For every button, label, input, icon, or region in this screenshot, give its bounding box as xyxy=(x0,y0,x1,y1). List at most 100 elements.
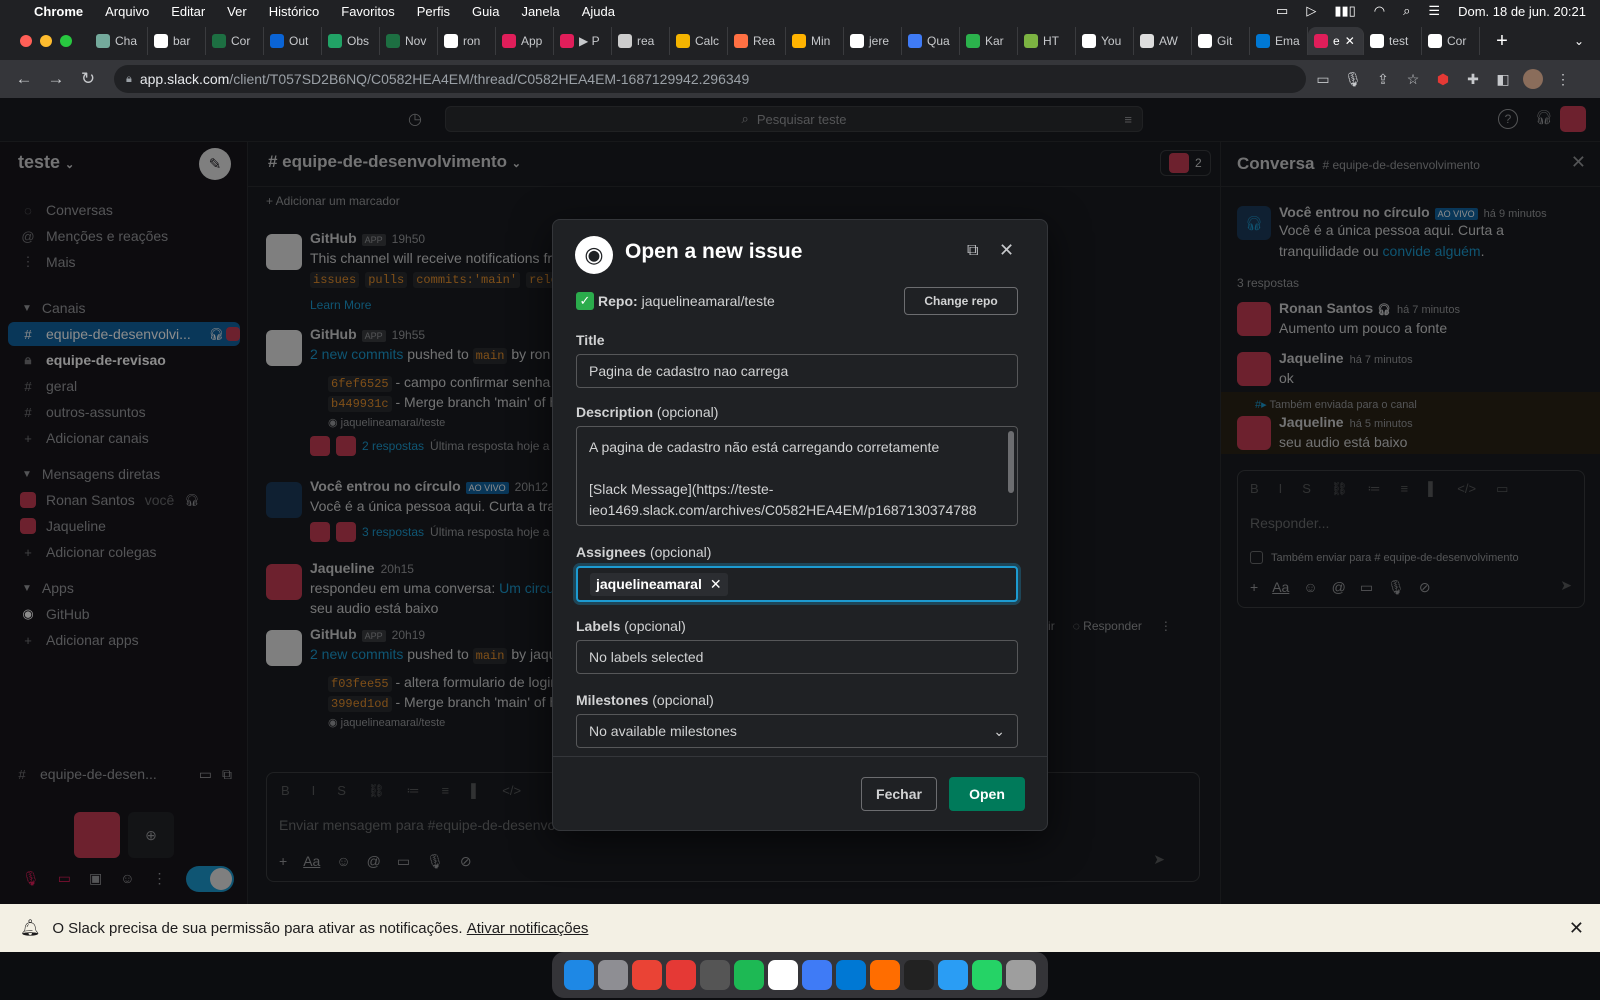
share-icon[interactable]: ⇪ xyxy=(1370,66,1396,92)
browser-tab[interactable]: AW xyxy=(1134,27,1192,55)
wifi-icon[interactable]: ◠ xyxy=(1374,3,1385,19)
new-tab-button[interactable]: + xyxy=(1490,30,1514,53)
labels-select[interactable]: No labels selected xyxy=(576,640,1018,674)
forward-arrow-icon[interactable]: → xyxy=(42,65,70,93)
battery-icon[interactable]: ▮▮▯ xyxy=(1334,3,1355,19)
enable-notifications-link[interactable]: Ativar notificações xyxy=(467,920,589,937)
browser-tab[interactable]: e ✕ xyxy=(1308,27,1364,55)
tab-favicon xyxy=(966,34,980,48)
tab-label: rea xyxy=(637,34,655,48)
milestones-select[interactable]: No available milestones ⌄ xyxy=(576,714,1018,748)
popout-icon[interactable]: ⧉ xyxy=(967,242,978,260)
profile-avatar[interactable] xyxy=(1520,66,1546,92)
zoom-window-button[interactable] xyxy=(60,35,72,47)
menubar-clock[interactable]: Dom. 18 de jun. 20:21 xyxy=(1458,4,1586,19)
bookmark-star-icon[interactable]: ☆ xyxy=(1400,66,1426,92)
play-icon[interactable]: ▷ xyxy=(1306,3,1316,19)
menu-editar[interactable]: Editar xyxy=(171,4,205,19)
browser-tab[interactable]: rea xyxy=(612,27,670,55)
tab-label: jere xyxy=(869,34,890,48)
close-icon[interactable]: ✕ xyxy=(999,240,1014,261)
dock-app-icon[interactable] xyxy=(802,960,832,990)
browser-tab[interactable]: You xyxy=(1076,27,1134,55)
browser-tab[interactable]: Kar xyxy=(960,27,1018,55)
extension-shield-icon[interactable]: ⬢ xyxy=(1430,66,1456,92)
menu-ajuda[interactable]: Ajuda xyxy=(582,4,615,19)
title-input[interactable]: Pagina de cadastro nao carrega xyxy=(576,354,1018,388)
dock-app-icon[interactable] xyxy=(870,960,900,990)
minimize-window-button[interactable] xyxy=(40,35,52,47)
browser-tab[interactable]: ▶ P xyxy=(554,27,612,55)
milestones-label: Milestones (opcional) xyxy=(576,692,714,708)
change-repo-button[interactable]: Change repo xyxy=(904,287,1018,315)
dock-app-icon[interactable] xyxy=(904,960,934,990)
mac-menubar: Chrome Arquivo Editar Ver Histórico Favo… xyxy=(0,0,1600,22)
menu-ver[interactable]: Ver xyxy=(227,4,247,19)
open-issue-submit-button[interactable]: Open xyxy=(949,777,1025,811)
dock-app-icon[interactable] xyxy=(972,960,1002,990)
browser-tab[interactable]: Nov xyxy=(380,27,438,55)
description-label-text: Description xyxy=(576,404,654,420)
browser-tab[interactable]: test xyxy=(1364,27,1422,55)
browser-tab[interactable]: Obs xyxy=(322,27,380,55)
tab-label: test xyxy=(1389,34,1409,48)
reload-icon[interactable]: ↻ xyxy=(74,65,102,93)
menu-perfis[interactable]: Perfis xyxy=(417,4,450,19)
install-app-icon[interactable]: ▭ xyxy=(1310,66,1336,92)
description-textarea[interactable]: A pagina de cadastro não está carregando… xyxy=(576,426,1018,526)
dock-app-icon[interactable] xyxy=(1006,960,1036,990)
repo-value: jaquelineamaral/teste xyxy=(641,293,775,309)
dock-app-icon[interactable] xyxy=(598,960,628,990)
assignees-input[interactable]: jaquelineamaral ✕ xyxy=(576,566,1018,602)
dock-app-icon[interactable] xyxy=(734,960,764,990)
browser-tab[interactable]: Cha xyxy=(90,27,148,55)
dock-app-icon[interactable] xyxy=(700,960,730,990)
browser-tab[interactable]: HT xyxy=(1018,27,1076,55)
dock-app-icon[interactable] xyxy=(632,960,662,990)
tab-search-chevron-icon[interactable]: ⌄ xyxy=(1574,34,1584,48)
dock-app-icon[interactable] xyxy=(666,960,696,990)
display-icon[interactable]: ▭ xyxy=(1276,3,1288,19)
dock-app-icon[interactable] xyxy=(768,960,798,990)
textarea-scrollbar[interactable] xyxy=(1008,431,1014,493)
control-center-icon[interactable]: ☰ xyxy=(1428,3,1440,19)
dock-app-icon[interactable] xyxy=(938,960,968,990)
lock-icon[interactable]: 🔒︎ xyxy=(126,73,132,86)
cancel-button[interactable]: Fechar xyxy=(861,777,937,811)
chrome-menu-icon[interactable]: ⋮ xyxy=(1550,66,1576,92)
tab-label: Cor xyxy=(231,34,251,48)
spotlight-search-icon[interactable]: ⌕ xyxy=(1403,3,1410,19)
close-tab-icon[interactable]: ✕ xyxy=(1345,34,1355,48)
browser-tab[interactable]: bar xyxy=(148,27,206,55)
browser-tab[interactable]: Calc xyxy=(670,27,728,55)
menu-arquivo[interactable]: Arquivo xyxy=(105,4,149,19)
side-panel-icon[interactable]: ◧ xyxy=(1490,66,1516,92)
browser-tab[interactable]: Rea xyxy=(728,27,786,55)
menu-guia[interactable]: Guia xyxy=(472,4,499,19)
dock-app-icon[interactable] xyxy=(836,960,866,990)
menu-historico[interactable]: Histórico xyxy=(269,4,320,19)
menu-janela[interactable]: Janela xyxy=(521,4,559,19)
dock-app-icon[interactable] xyxy=(564,960,594,990)
menu-app-name[interactable]: Chrome xyxy=(34,4,83,19)
browser-tab[interactable]: Qua xyxy=(902,27,960,55)
tab-label: Calc xyxy=(695,34,720,48)
browser-tab[interactable]: jere xyxy=(844,27,902,55)
menu-favoritos[interactable]: Favoritos xyxy=(341,4,394,19)
microphone-icon[interactable]: 🎙︎ xyxy=(1340,66,1366,92)
browser-tab[interactable]: Ema xyxy=(1250,27,1308,55)
browser-tab[interactable]: Out xyxy=(264,27,322,55)
back-arrow-icon[interactable]: ← xyxy=(10,65,38,93)
browser-tab[interactable]: Min xyxy=(786,27,844,55)
close-window-button[interactable] xyxy=(20,35,32,47)
close-icon[interactable]: ✕ xyxy=(1569,918,1584,939)
extensions-puzzle-icon[interactable]: ✚ xyxy=(1460,66,1486,92)
browser-tab[interactable]: Git xyxy=(1192,27,1250,55)
browser-tab[interactable]: App xyxy=(496,27,554,55)
remove-icon[interactable]: ✕ xyxy=(710,576,722,593)
browser-tab[interactable]: Cor xyxy=(206,27,264,55)
browser-tab[interactable]: ron xyxy=(438,27,496,55)
browser-tab[interactable]: Cor xyxy=(1422,27,1480,55)
address-bar[interactable]: 🔒︎ app.slack.com/client/T057SD2B6NQ/C058… xyxy=(114,65,1306,93)
assignees-label-text: Assignees xyxy=(576,544,647,560)
